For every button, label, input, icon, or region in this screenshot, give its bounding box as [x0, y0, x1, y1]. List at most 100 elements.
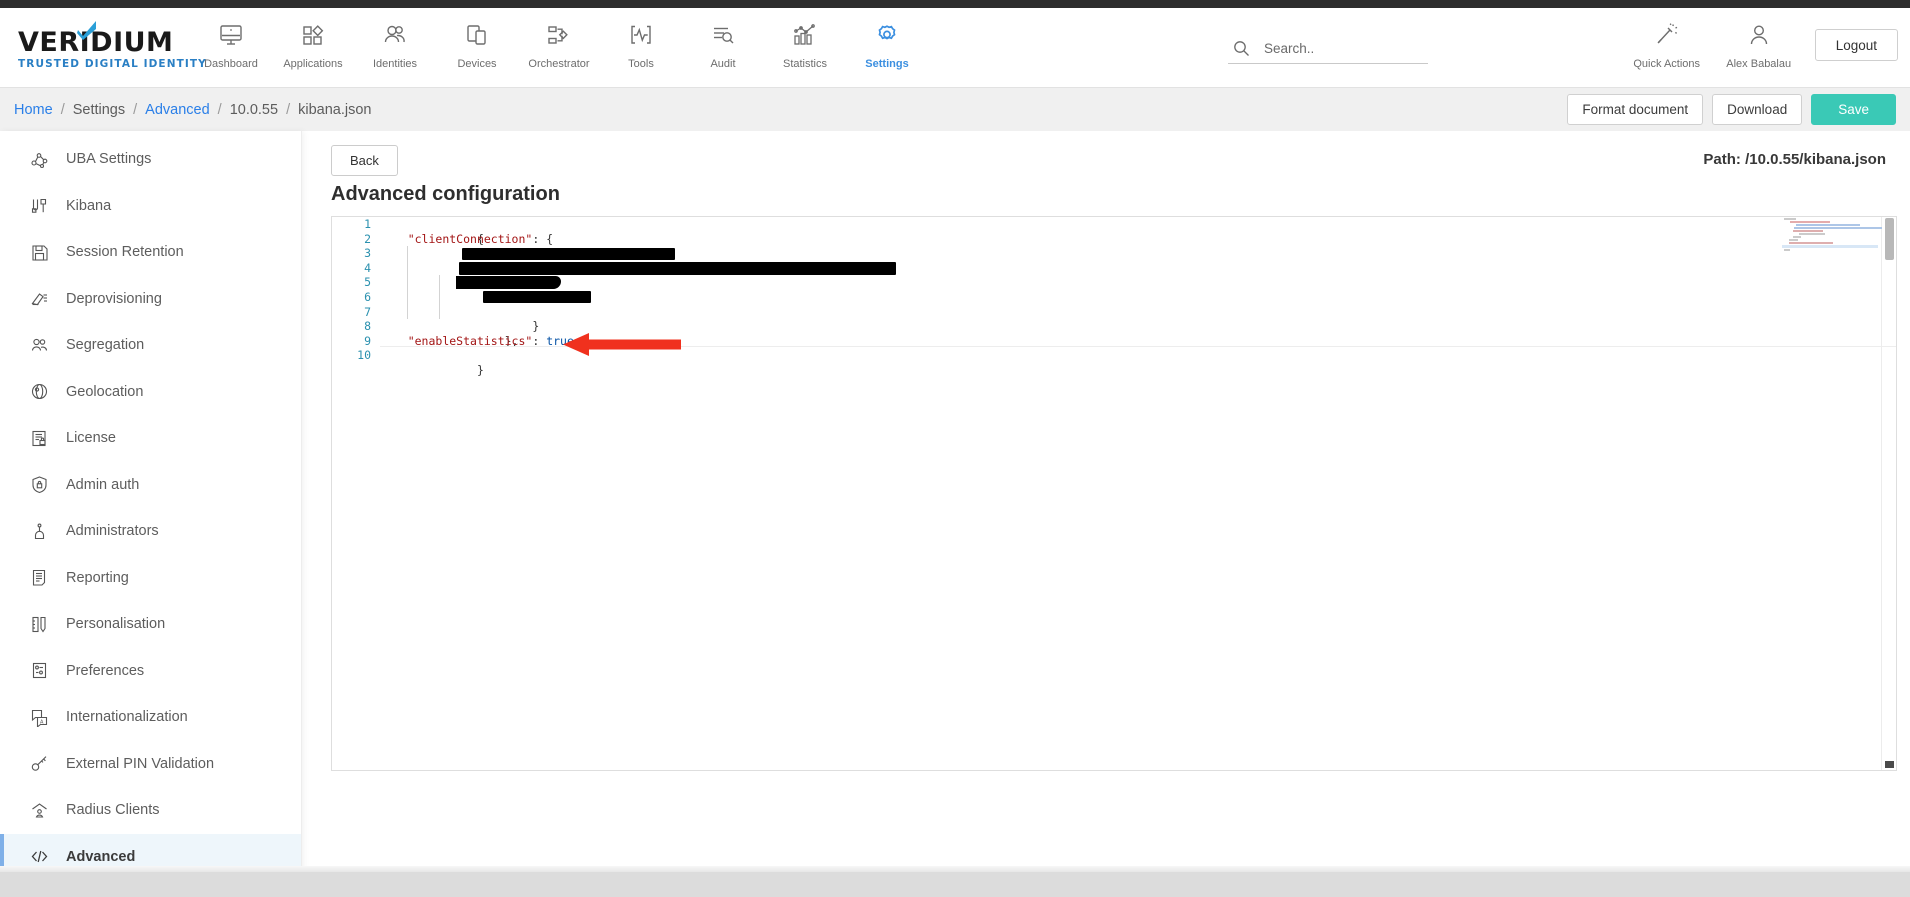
nav-item-dashboard[interactable]: Dashboard: [190, 16, 272, 80]
nav-item-devices[interactable]: Devices: [436, 16, 518, 80]
statistics-icon: [792, 20, 818, 50]
main-content: Back Path: /10.0.55/kibana.json Advanced…: [317, 131, 1910, 872]
quick-actions-label: Quick Actions: [1633, 58, 1701, 70]
code-token-key: "clientConnection": [407, 231, 533, 246]
pulse-tools-icon: [628, 20, 654, 50]
nav-item-audit[interactable]: Audit: [682, 16, 764, 80]
page-bottom-strip: [0, 872, 1910, 897]
save-button[interactable]: Save: [1811, 94, 1896, 125]
breadcrumb-item-advanced[interactable]: Advanced: [145, 102, 210, 118]
sidebar-item-administrators[interactable]: Administrators: [0, 508, 301, 555]
page-title: Advanced configuration: [331, 183, 560, 205]
code-editor[interactable]: 1 2 3 4 5 6 7 8 9 10 {"clientConnection…: [331, 216, 1897, 771]
kibana-icon: [30, 196, 60, 215]
line-number: 10: [357, 348, 371, 363]
sidebar-item-label: Internationalization: [66, 709, 188, 726]
nav-item-orchestrator[interactable]: Orchestrator: [518, 16, 600, 80]
license-doc-icon: [30, 429, 60, 448]
document-actions: Format document Download Save: [1567, 94, 1896, 125]
breadcrumb-item-settings[interactable]: Settings: [73, 102, 125, 118]
sidebar-item-deprovisioning[interactable]: Deprovisioning: [0, 276, 301, 323]
devices-icon: [464, 20, 490, 50]
broom-icon: [30, 289, 60, 308]
breadcrumb-item-home[interactable]: Home: [14, 102, 53, 118]
sidebar-item-reporting[interactable]: Reporting: [0, 555, 301, 602]
search-input[interactable]: [1254, 41, 1404, 56]
nav-item-identities[interactable]: Identities: [354, 16, 436, 80]
nav-item-statistics[interactable]: Statistics: [764, 16, 846, 80]
download-button[interactable]: Download: [1712, 94, 1803, 125]
breadcrumb-item-file: kibana.json: [298, 101, 372, 118]
audit-search-icon: [710, 20, 736, 50]
radius-user-icon: [30, 801, 60, 820]
breadcrumb-bar: Home / Settings / Advanced / 10.0.55 / k…: [0, 88, 1910, 131]
editor-code-area[interactable]: { "clientConnection": { }}, "enableStat…: [380, 217, 1896, 770]
nav-item-tools[interactable]: Tools: [600, 16, 682, 80]
sidebar-item-label: Preferences: [66, 662, 145, 679]
sidebar-item-label: Personalisation: [66, 616, 166, 633]
sidebar-item-license[interactable]: License: [0, 415, 301, 462]
breadcrumb-separator: /: [217, 101, 222, 118]
nav-item-applications[interactable]: Applications: [272, 16, 354, 80]
quick-actions-button[interactable]: Quick Actions: [1621, 16, 1713, 80]
sidebar-item-geolocation[interactable]: Geolocation: [0, 369, 301, 416]
line-number: 6: [364, 289, 371, 304]
line-number: 5: [364, 275, 371, 290]
sidebar-item-uba-settings[interactable]: UBA Settings: [0, 136, 301, 183]
translate-icon: A: [30, 708, 60, 727]
orchestrator-icon: [546, 20, 572, 50]
ruler-pen-icon: [30, 615, 60, 634]
code-tags-icon: [30, 847, 60, 866]
sidebar-item-external-pin-validation[interactable]: External PIN Validation: [0, 741, 301, 788]
gear-icon: [874, 20, 900, 50]
line-number: 1: [364, 217, 371, 231]
code-token: : {: [532, 231, 554, 246]
sidebar-item-personalisation[interactable]: Personalisation: [0, 601, 301, 648]
breadcrumb: Home / Settings / Advanced / 10.0.55 / k…: [14, 102, 371, 118]
sidebar-item-label: Geolocation: [66, 383, 144, 400]
nav-item-settings[interactable]: Settings: [846, 16, 928, 80]
sidebar-item-segregation[interactable]: Segregation: [0, 322, 301, 369]
report-doc-icon: [30, 568, 60, 587]
breadcrumb-item-host[interactable]: 10.0.55: [230, 102, 278, 118]
sidebar-item-radius-clients[interactable]: Radius Clients: [0, 787, 301, 834]
magic-wand-icon: [1654, 20, 1680, 50]
apps-grid-icon: [300, 20, 326, 50]
nav-label: Tools: [628, 58, 654, 70]
sidebar-item-internationalization[interactable]: A Internationalization: [0, 694, 301, 741]
shield-lock-icon: [30, 475, 60, 494]
sidebar-item-label: Administrators: [66, 523, 159, 540]
user-menu[interactable]: Alex Babalau: [1713, 16, 1805, 80]
breadcrumb-separator: /: [133, 101, 138, 118]
nav-label: Dashboard: [204, 58, 258, 70]
editor-line-divider: [380, 346, 1896, 348]
editor-scrollbar-end[interactable]: [1885, 761, 1894, 768]
sidebar-item-label: External PIN Validation: [66, 755, 215, 772]
key-icon: [30, 754, 60, 773]
nav-label: Orchestrator: [528, 58, 590, 70]
preferences-icon: [30, 661, 60, 680]
veridium-logo[interactable]: VERIDIUM TRUSTED DIGITAL IDENTITY: [18, 21, 207, 74]
redacted-content-line-5: [456, 276, 561, 289]
logout-button[interactable]: Logout: [1814, 29, 1898, 61]
body-area: UBA Settings Kibana Session Retention De…: [0, 131, 1910, 880]
editor-minimap[interactable]: [1782, 218, 1882, 278]
sidebar-item-session-retention[interactable]: Session Retention: [0, 229, 301, 276]
sidebar-item-admin-auth[interactable]: Admin auth: [0, 462, 301, 509]
sidebar-item-kibana[interactable]: Kibana: [0, 183, 301, 230]
search-box[interactable]: [1228, 34, 1428, 64]
sidebar-item-label: Segregation: [66, 337, 145, 354]
save-disk-icon: [30, 243, 60, 262]
line-number: 9: [364, 333, 371, 348]
line-number: 4: [364, 260, 371, 275]
format-document-button[interactable]: Format document: [1567, 94, 1704, 125]
back-button[interactable]: Back: [331, 145, 398, 176]
sidebar-item-label: Deprovisioning: [66, 290, 162, 307]
search-icon: [1228, 40, 1254, 57]
logo-tagline: TRUSTED DIGITAL IDENTITY: [18, 58, 207, 70]
settings-sidebar: UBA Settings Kibana Session Retention De…: [0, 131, 302, 880]
editor-vertical-scrollbar[interactable]: [1885, 218, 1894, 260]
breadcrumb-separator: /: [60, 101, 65, 118]
sidebar-item-preferences[interactable]: Preferences: [0, 648, 301, 695]
